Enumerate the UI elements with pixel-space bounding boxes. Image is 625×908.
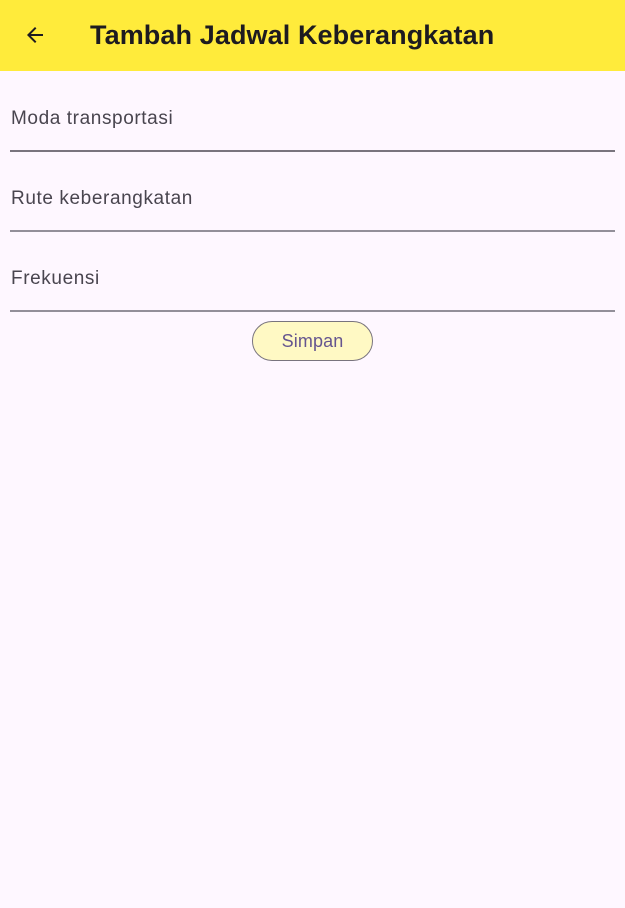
frekuensi-underline: [10, 310, 615, 312]
back-button[interactable]: [11, 11, 59, 59]
arrow-back-icon: [23, 23, 47, 47]
moda-transportasi-field[interactable]: Moda transportasi: [10, 82, 615, 162]
page-title: Tambah Jadwal Keberangkatan: [90, 20, 495, 50]
app-bar: Tambah Jadwal Keberangkatan: [0, 0, 625, 71]
app-screen: Tambah Jadwal Keberangkatan Moda transpo…: [0, 0, 625, 908]
rute-keberangkatan-field[interactable]: Rute keberangkatan: [10, 162, 615, 242]
save-button[interactable]: Simpan: [252, 321, 373, 361]
frekuensi-field[interactable]: Frekuensi: [10, 242, 615, 322]
moda-transportasi-underline: [10, 150, 615, 152]
rute-keberangkatan-underline: [10, 230, 615, 232]
